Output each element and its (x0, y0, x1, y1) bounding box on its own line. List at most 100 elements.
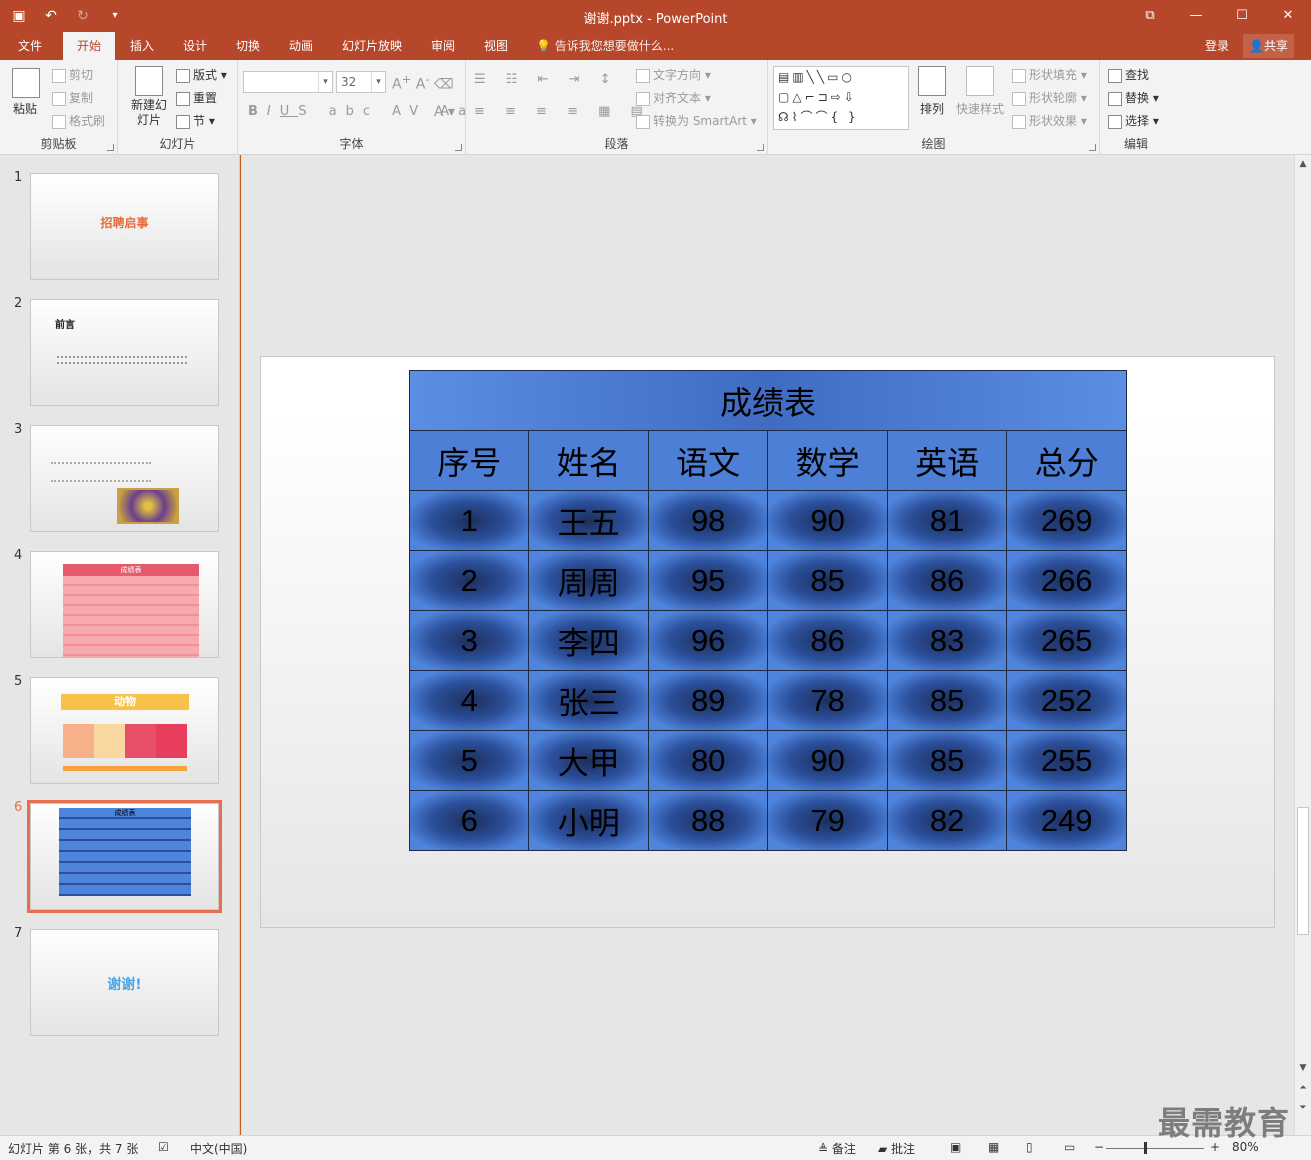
table-cell[interactable]: 大甲 (528, 730, 649, 791)
table-cell[interactable]: 255 (1006, 730, 1127, 791)
table-cell[interactable]: 85 (767, 550, 888, 611)
slide-thumbnail-5[interactable]: 动物 (30, 677, 219, 784)
header-cell[interactable]: 姓名 (528, 430, 649, 491)
table-cell[interactable]: 252 (1006, 670, 1127, 731)
table-cell[interactable]: 3 (408, 610, 530, 671)
table-cell[interactable]: 78 (767, 670, 888, 731)
text-direction-button[interactable]: 文字方向 ▾ (636, 66, 711, 83)
language-indicator[interactable]: 中文(中国) (190, 1140, 247, 1157)
slide-thumbnail-7[interactable]: 谢谢! (30, 929, 219, 1036)
header-cell[interactable]: 英语 (886, 430, 1008, 491)
scroll-down-icon[interactable]: ▼ (1297, 1063, 1309, 1073)
normal-view-icon[interactable]: ▣ (950, 1140, 961, 1154)
maximize-icon[interactable]: ☐ (1219, 0, 1265, 32)
table-title[interactable]: 成绩表 (409, 370, 1127, 431)
reading-view-icon[interactable]: ▯ (1026, 1140, 1033, 1154)
table-cell[interactable]: 90 (767, 490, 888, 551)
slide-thumbnail-6[interactable]: 成绩表 (30, 803, 219, 910)
tab-insert[interactable]: 插入 (122, 32, 162, 60)
new-slide-button[interactable]: 新建幻灯片 (126, 66, 172, 128)
table-cell[interactable]: 4 (408, 670, 530, 731)
shape-fill-button[interactable]: 形状填充 ▾ (1012, 66, 1087, 83)
table-cell[interactable]: 2 (408, 550, 530, 611)
font-grow-shrink-icons[interactable]: A+ A- ⌫ (392, 72, 454, 93)
list-indent-buttons[interactable]: ☰ ☷ ⇤ ⇥ ↕ (474, 72, 619, 87)
table-cell[interactable]: 88 (647, 790, 769, 851)
slide-sorter-icon[interactable]: ▦ (988, 1140, 999, 1154)
reset-button[interactable]: 重置 (176, 89, 217, 106)
next-slide-icon[interactable]: ⏷ (1297, 1103, 1309, 1113)
slide-thumbnail-2[interactable]: 前言 (30, 299, 219, 406)
alignment-buttons[interactable]: ≡ ≡ ≡ ≡ ▦ ▤ (474, 104, 651, 119)
table-cell[interactable]: 266 (1006, 550, 1127, 611)
share-button[interactable]: 👤共享 (1243, 34, 1294, 58)
shape-outline-button[interactable]: 形状轮廓 ▾ (1012, 89, 1087, 106)
tell-me-search[interactable]: 💡 告诉我您想要做什么... (536, 32, 674, 60)
tab-home[interactable]: 开始 (63, 32, 115, 60)
table-cell[interactable]: 周周 (528, 550, 649, 611)
spellcheck-icon[interactable]: ☑ (158, 1140, 169, 1154)
find-button[interactable]: 查找 (1108, 66, 1149, 83)
sign-in-link[interactable]: 登录 (1205, 32, 1229, 60)
header-cell[interactable]: 序号 (408, 430, 530, 491)
paragraph-launcher-icon[interactable] (757, 144, 764, 151)
zoom-slider-handle[interactable] (1144, 1142, 1147, 1154)
shape-effects-button[interactable]: 形状效果 ▾ (1012, 112, 1087, 129)
tab-animations[interactable]: 动画 (281, 32, 321, 60)
drawing-launcher-icon[interactable] (1089, 144, 1096, 151)
paste-button[interactable]: 粘贴 (10, 68, 40, 117)
table-cell[interactable]: 1 (408, 490, 530, 551)
minimize-icon[interactable]: — (1173, 0, 1219, 32)
score-table[interactable]: 成绩表 序号 姓名 语文 数学 英语 总分 1 王五 98 90 81 269 … (408, 370, 1127, 851)
format-painter-button[interactable]: 格式刷 (52, 112, 105, 129)
tab-file[interactable]: 文件 (8, 32, 52, 60)
slide-thumbnail-4[interactable]: 成绩表 (30, 551, 219, 658)
table-cell[interactable]: 85 (886, 730, 1008, 791)
font-launcher-icon[interactable] (455, 144, 462, 151)
close-icon[interactable]: ✕ (1265, 0, 1311, 32)
table-cell[interactable]: 5 (408, 730, 530, 791)
table-cell[interactable]: 265 (1006, 610, 1127, 671)
table-cell[interactable]: 6 (408, 790, 530, 851)
cut-button[interactable]: 剪切 (52, 66, 93, 83)
font-color-icon[interactable]: A ▾ (434, 104, 455, 120)
tab-design[interactable]: 设计 (175, 32, 215, 60)
ribbon-display-icon[interactable]: ⧉ (1127, 0, 1173, 32)
table-cell[interactable]: 张三 (528, 670, 649, 731)
clipboard-launcher-icon[interactable] (107, 144, 114, 151)
scrollbar-thumb[interactable] (1297, 807, 1309, 935)
table-cell[interactable]: 89 (647, 670, 769, 731)
scroll-up-icon[interactable]: ▲ (1297, 159, 1309, 169)
table-cell[interactable]: 86 (767, 610, 888, 671)
tab-transitions[interactable]: 切换 (228, 32, 268, 60)
table-cell[interactable]: 85 (886, 670, 1008, 731)
comments-button[interactable]: ▰ 批注 (878, 1140, 915, 1157)
zoom-out-icon[interactable]: − (1094, 1140, 1104, 1154)
previous-slide-icon[interactable]: ⏶ (1297, 1083, 1309, 1093)
copy-button[interactable]: 复制 (52, 89, 93, 106)
section-button[interactable]: 节 ▾ (176, 112, 215, 129)
table-cell[interactable]: 95 (647, 550, 769, 611)
vertical-scrollbar[interactable]: ▲ ▼ ⏶ ⏷ (1294, 155, 1311, 1135)
table-cell[interactable]: 96 (647, 610, 769, 671)
layout-button[interactable]: 版式 ▾ (176, 66, 227, 83)
select-button[interactable]: 选择 ▾ (1108, 112, 1159, 129)
arrange-button[interactable]: 排列 (918, 66, 946, 117)
font-name-combo[interactable]: ▾ (243, 71, 333, 93)
slide-thumbnail-3[interactable] (30, 425, 219, 532)
replace-button[interactable]: 替换 ▾ (1108, 89, 1159, 106)
table-cell[interactable]: 90 (767, 730, 888, 791)
table-cell[interactable]: 80 (647, 730, 769, 791)
table-cell[interactable]: 86 (886, 550, 1008, 611)
align-text-button[interactable]: 对齐文本 ▾ (636, 89, 711, 106)
shapes-gallery[interactable]: ▤▥╲╲▭○ ▢△⌐⊐⇨⇩ ☊⌇⌒⌒{ } (773, 66, 909, 130)
header-cell[interactable]: 总分 (1006, 430, 1127, 491)
tab-review[interactable]: 审阅 (423, 32, 463, 60)
tab-view[interactable]: 视图 (476, 32, 516, 60)
notes-button[interactable]: ≜ 备注 (818, 1140, 856, 1157)
header-cell[interactable]: 数学 (767, 430, 888, 491)
tab-slideshow[interactable]: 幻灯片放映 (334, 32, 410, 60)
quick-styles-button[interactable]: 快速样式 (956, 66, 1004, 117)
table-cell[interactable]: 98 (647, 490, 769, 551)
table-cell[interactable]: 李四 (528, 610, 649, 671)
